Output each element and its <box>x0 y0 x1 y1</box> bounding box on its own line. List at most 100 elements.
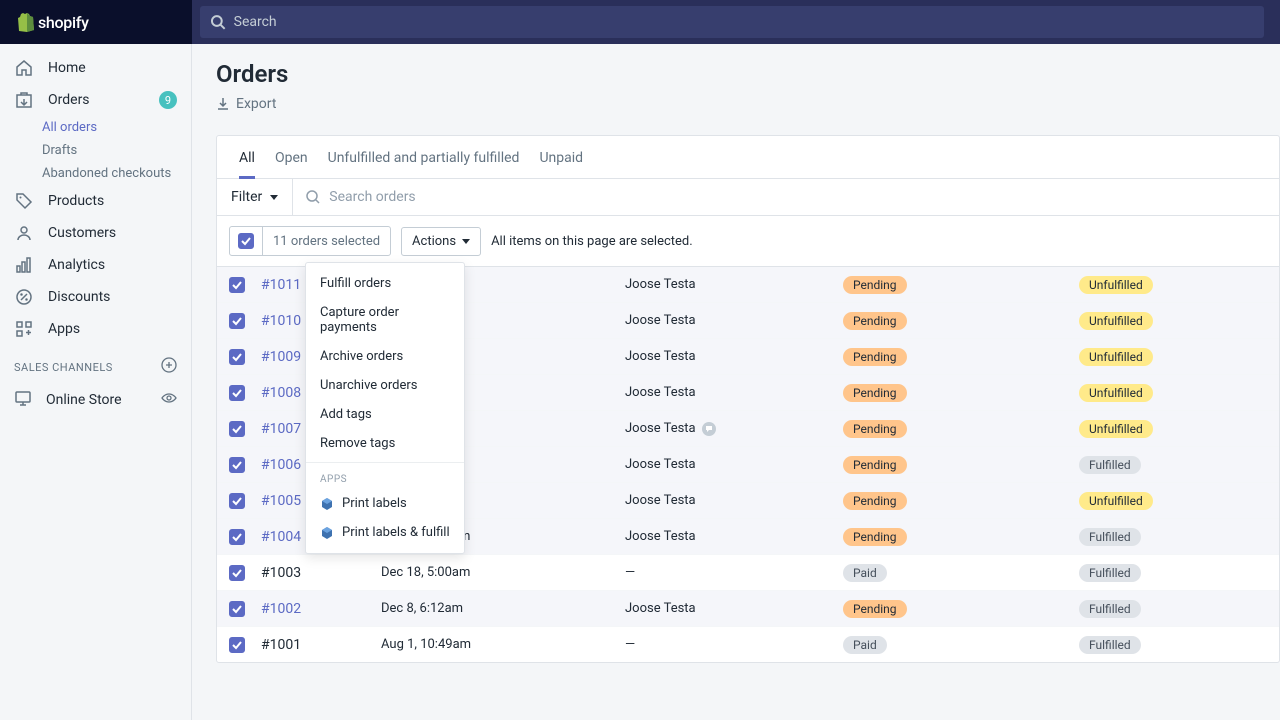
actions-dropdown: Fulfill orders Capture order payments Ar… <box>305 262 465 554</box>
table-row[interactable]: #1002Dec 8, 6:12amJoose TestaPendingFulf… <box>217 590 1279 626</box>
dd-print-labels[interactable]: Print labels <box>306 489 464 518</box>
dd-print-labels-fulfill[interactable]: Print labels & fulfill <box>306 518 464 547</box>
search-orders-input[interactable] <box>329 179 1267 215</box>
fulfillment-status: Unfulfilled <box>1079 492 1153 510</box>
bulk-select-control[interactable]: 11 orders selected <box>229 226 391 256</box>
dd-apps-heading: APPS <box>306 467 464 489</box>
nav-drafts[interactable]: Drafts <box>0 139 191 162</box>
fulfillment-status: Fulfilled <box>1079 636 1141 654</box>
table-row[interactable]: #1003Dec 18, 5:00am—PaidFulfilled <box>217 554 1279 590</box>
dropdown-separator <box>306 462 464 463</box>
dd-remove-tags[interactable]: Remove tags <box>306 429 464 458</box>
sidebar: Home Orders 9 All orders Drafts Abandone… <box>0 0 192 720</box>
order-customer: Joose Testa <box>625 349 843 364</box>
export-label: Export <box>236 96 276 112</box>
order-date: Aug 1, 10:49am <box>381 637 625 652</box>
dd-unarchive-orders[interactable]: Unarchive orders <box>306 371 464 400</box>
order-link[interactable]: #1008 <box>261 385 301 401</box>
row-checkbox[interactable] <box>229 313 245 329</box>
filter-button[interactable]: Filter <box>217 179 293 215</box>
nav-discounts[interactable]: Discounts <box>0 281 191 313</box>
table-row[interactable]: #1001Aug 1, 10:49am—PaidFulfilled <box>217 626 1279 662</box>
row-checkbox[interactable] <box>229 601 245 617</box>
channel-online-store[interactable]: Online Store <box>0 383 191 417</box>
tabs: All Open Unfulfilled and partially fulfi… <box>217 136 1279 179</box>
order-link[interactable]: #1006 <box>261 457 301 473</box>
global-search-input[interactable] <box>234 14 1254 30</box>
add-channel-button[interactable] <box>161 357 177 377</box>
row-checkbox[interactable] <box>229 385 245 401</box>
view-store-icon[interactable] <box>161 390 177 410</box>
row-checkbox[interactable] <box>229 277 245 293</box>
row-checkbox[interactable] <box>229 493 245 509</box>
order-link[interactable]: #1010 <box>261 313 301 329</box>
brand-area: shopify <box>0 0 192 44</box>
dd-archive-orders[interactable]: Archive orders <box>306 342 464 371</box>
fulfillment-status: Unfulfilled <box>1079 276 1153 294</box>
dd-capture-payments[interactable]: Capture order payments <box>306 298 464 342</box>
row-checkbox[interactable] <box>229 529 245 545</box>
order-link[interactable]: #1007 <box>261 421 301 437</box>
nav-apps[interactable]: Apps <box>0 313 191 345</box>
nav-products-label: Products <box>48 193 104 209</box>
filter-label: Filter <box>231 189 262 205</box>
nav-discounts-label: Discounts <box>48 289 110 305</box>
order-date: Dec 8, 6:12am <box>381 601 625 616</box>
order-link[interactable]: #1005 <box>261 493 301 509</box>
fulfillment-status: Fulfilled <box>1079 528 1141 546</box>
export-button[interactable]: Export <box>216 96 276 112</box>
order-link[interactable]: #1009 <box>261 349 301 365</box>
payment-status: Pending <box>843 276 907 294</box>
customers-icon <box>14 223 34 243</box>
payment-status: Pending <box>843 384 907 402</box>
search-icon <box>210 14 226 30</box>
fulfillment-status: Unfulfilled <box>1079 384 1153 402</box>
nav-customers[interactable]: Customers <box>0 217 191 249</box>
nav-all-orders[interactable]: All orders <box>0 116 191 139</box>
global-search-box[interactable] <box>200 6 1264 38</box>
order-link[interactable]: #1002 <box>261 601 301 617</box>
actions-button[interactable]: Actions <box>401 227 481 256</box>
fulfillment-status: Unfulfilled <box>1079 312 1153 330</box>
page-title: Orders <box>216 60 1256 88</box>
nav-abandoned[interactable]: Abandoned checkouts <box>0 162 191 185</box>
products-icon <box>14 191 34 211</box>
row-checkbox[interactable] <box>229 349 245 365</box>
nav-orders[interactable]: Orders 9 <box>0 84 191 116</box>
nav-customers-label: Customers <box>48 225 116 241</box>
payment-status: Pending <box>843 348 907 366</box>
orders-icon <box>14 90 34 110</box>
app-cube-icon <box>320 526 334 540</box>
payment-status: Pending <box>843 456 907 474</box>
shopify-logo-icon <box>16 12 34 32</box>
order-id: #1001 <box>261 637 301 653</box>
orders-card: All Open Unfulfilled and partially fulfi… <box>216 135 1280 663</box>
caret-down-icon <box>462 239 470 244</box>
nav-analytics[interactable]: Analytics <box>0 249 191 281</box>
order-date: Dec 18, 5:00am <box>381 565 625 580</box>
order-customer: Joose Testa <box>625 529 843 544</box>
nav-products[interactable]: Products <box>0 185 191 217</box>
fulfillment-status: Fulfilled <box>1079 600 1141 618</box>
order-customer: Joose Testa <box>625 313 843 328</box>
select-all-checkbox[interactable] <box>238 233 254 249</box>
tab-unfulfilled[interactable]: Unfulfilled and partially fulfilled <box>318 136 530 178</box>
main-content: Orders Export All Open Unfulfilled and p… <box>192 0 1280 720</box>
dd-add-tags[interactable]: Add tags <box>306 400 464 429</box>
payment-status: Pending <box>843 528 907 546</box>
tab-all[interactable]: All <box>229 136 265 178</box>
row-checkbox[interactable] <box>229 421 245 437</box>
topbar-search-area <box>192 0 1280 44</box>
order-link[interactable]: #1004 <box>261 529 301 545</box>
fulfillment-status: Unfulfilled <box>1079 348 1153 366</box>
dd-fulfill-orders[interactable]: Fulfill orders <box>306 269 464 298</box>
nav-home[interactable]: Home <box>0 52 191 84</box>
tab-unpaid[interactable]: Unpaid <box>529 136 593 178</box>
row-checkbox[interactable] <box>229 457 245 473</box>
tab-open[interactable]: Open <box>265 136 318 178</box>
note-icon <box>702 422 716 436</box>
row-checkbox[interactable] <box>229 565 245 581</box>
row-checkbox[interactable] <box>229 637 245 653</box>
order-link[interactable]: #1011 <box>261 277 301 293</box>
fulfillment-status: Fulfilled <box>1079 564 1141 582</box>
